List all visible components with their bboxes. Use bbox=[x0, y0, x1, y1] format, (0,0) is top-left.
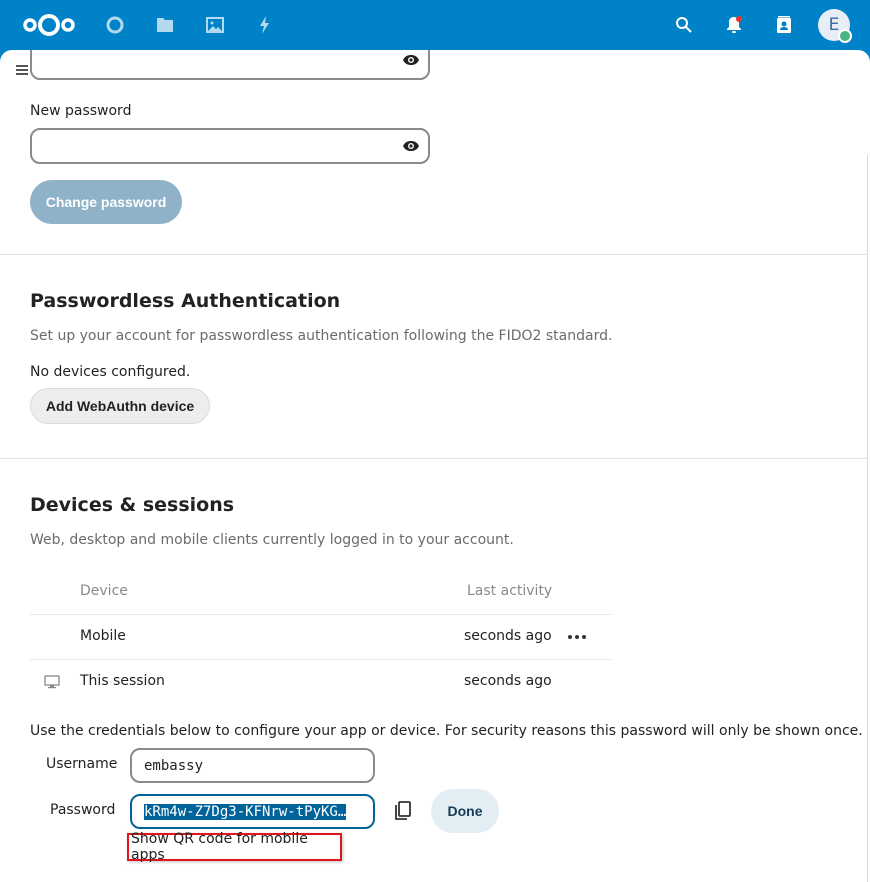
nextcloud-logo[interactable] bbox=[22, 10, 76, 40]
current-password-input[interactable] bbox=[30, 50, 430, 80]
scrollbar[interactable] bbox=[867, 155, 868, 882]
devices-description: Web, desktop and mobile clients currentl… bbox=[30, 532, 514, 548]
app-files[interactable] bbox=[153, 13, 177, 37]
device-last-activity: seconds ago bbox=[464, 628, 552, 644]
lightning-icon bbox=[260, 16, 269, 34]
show-password-icon[interactable] bbox=[402, 54, 420, 66]
change-password-button[interactable]: Change password bbox=[30, 180, 182, 224]
device-name: Mobile bbox=[80, 628, 126, 644]
monitor-icon bbox=[44, 675, 60, 689]
section-divider bbox=[0, 458, 868, 459]
devices-title: Devices & sessions bbox=[30, 494, 235, 516]
done-button[interactable]: Done bbox=[431, 789, 499, 833]
credentials-instructions: Use the credentials below to configure y… bbox=[30, 723, 863, 739]
show-password-icon[interactable] bbox=[402, 140, 420, 152]
app-photos[interactable] bbox=[203, 13, 227, 37]
image-icon bbox=[206, 17, 224, 33]
username-field[interactable]: embassy bbox=[130, 748, 375, 783]
show-qr-code-link[interactable]: Show QR code for mobile apps bbox=[127, 831, 342, 863]
table-divider bbox=[30, 614, 611, 615]
section-divider bbox=[0, 254, 868, 255]
show-qr-code-label: Show QR code for mobile apps bbox=[131, 831, 308, 863]
contacts-icon bbox=[777, 16, 791, 33]
add-webauthn-button[interactable]: Add WebAuthn device bbox=[30, 388, 210, 424]
device-actions-menu[interactable] bbox=[568, 630, 586, 644]
bell-icon bbox=[727, 16, 742, 33]
circle-icon bbox=[106, 16, 124, 34]
settings-content: New password Change password Passwordles… bbox=[0, 50, 870, 882]
top-header: E bbox=[0, 0, 870, 50]
app-activity[interactable] bbox=[253, 13, 277, 37]
username-label: Username bbox=[46, 756, 118, 772]
status-online-indicator bbox=[838, 29, 852, 43]
app-password-field[interactable]: kRm4w-Z7Dg3-KFNrw-tPyKG… bbox=[130, 794, 375, 829]
table-divider bbox=[30, 659, 611, 660]
new-password-label: New password bbox=[30, 103, 132, 119]
hamburger-icon bbox=[16, 65, 28, 67]
device-name: This session bbox=[80, 673, 165, 689]
search-icon bbox=[676, 17, 692, 33]
more-icon bbox=[568, 635, 572, 639]
search-button[interactable] bbox=[672, 13, 696, 37]
device-last-activity: seconds ago bbox=[464, 673, 552, 689]
contacts-button[interactable] bbox=[772, 13, 796, 37]
app-password-value: kRm4w-Z7Dg3-KFNrw-tPyKG… bbox=[144, 803, 347, 820]
notifications-button[interactable] bbox=[722, 13, 746, 37]
menu-toggle-button[interactable] bbox=[16, 65, 28, 77]
password-label: Password bbox=[50, 802, 116, 818]
username-value: embassy bbox=[144, 757, 204, 774]
no-devices-text: No devices configured. bbox=[30, 364, 191, 380]
column-header-device: Device bbox=[80, 583, 128, 599]
passwordless-description: Set up your account for passwordless aut… bbox=[30, 328, 613, 344]
passwordless-title: Passwordless Authentication bbox=[30, 290, 341, 312]
new-password-input[interactable] bbox=[30, 128, 430, 164]
app-dashboard[interactable] bbox=[103, 13, 127, 37]
copy-icon[interactable] bbox=[393, 800, 413, 822]
column-header-last-activity: Last activity bbox=[467, 583, 553, 599]
folder-icon bbox=[157, 18, 173, 32]
